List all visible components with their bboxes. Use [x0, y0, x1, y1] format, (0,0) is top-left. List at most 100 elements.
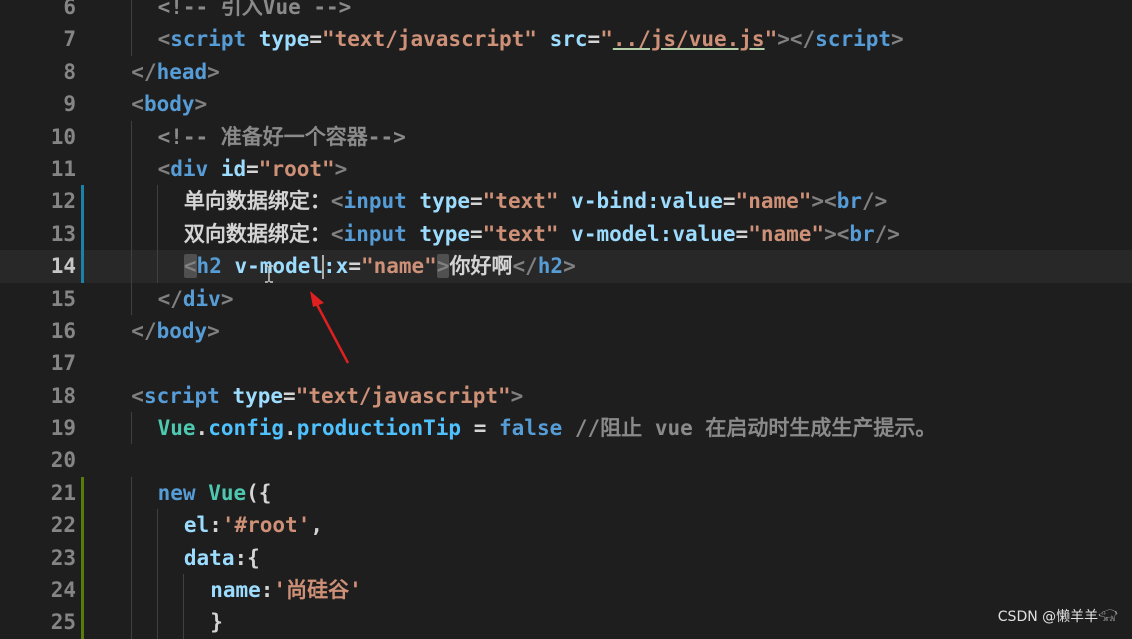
code-text: <script type="text/javascript" src="../j… [105, 23, 1132, 55]
code-token: > [563, 254, 576, 279]
line-number: 13 [50, 221, 76, 246]
code-token: input [343, 189, 407, 214]
code-token: > [207, 59, 220, 84]
git-change-marker[interactable] [81, 509, 84, 542]
code-line[interactable]: 18 <script type="text/javascript"> [0, 380, 1132, 412]
code-token: <!-- 准备好一个容器--> [157, 124, 406, 149]
code-token: script [170, 27, 247, 52]
code-token: v-model:value [571, 221, 736, 246]
code-token: > [891, 27, 904, 52]
code-token: "text" [482, 189, 559, 214]
code-line[interactable]: 19 Vue.config.productionTip = false //阻止 … [0, 412, 1132, 445]
code-token: >< [824, 221, 850, 246]
code-token: < [330, 221, 344, 246]
line-number: 11 [50, 156, 76, 181]
line-number: 12 [50, 189, 76, 214]
line-number: 8 [63, 59, 76, 84]
code-token: type [419, 189, 470, 214]
code-token: type [232, 383, 284, 408]
code-token: body [156, 318, 208, 343]
code-token: '#root' [221, 513, 311, 538]
code-token: < [157, 27, 171, 52]
code-token: = [348, 254, 361, 279]
code-token: input [343, 221, 407, 246]
code-token: type [419, 221, 470, 246]
csdn-watermark: CSDN @懒羊羊𓃟 [997, 609, 1118, 625]
code-text: <div id="root"> [105, 153, 1132, 185]
code-text: </head> [105, 56, 1132, 88]
code-token: ../js/vue.js [612, 27, 765, 52]
code-token: : [209, 513, 222, 538]
code-token: > [510, 383, 524, 408]
code-text: <h2 v-model:x="name">你好啊</h2> [105, 250, 1132, 282]
line-number: 15 [50, 286, 76, 311]
code-line[interactable]: 8 </head> [0, 56, 1132, 88]
code-token: "name" [748, 221, 825, 246]
code-token: "text" [482, 221, 559, 246]
code-token: head [156, 59, 208, 84]
code-token: productionTip [296, 416, 462, 441]
code-token: > [220, 286, 234, 311]
code-token: data [183, 545, 235, 570]
line-number: 7 [63, 27, 76, 52]
git-change-marker[interactable] [81, 476, 84, 510]
code-token: >< [811, 189, 837, 214]
code-token: /> [862, 189, 888, 214]
code-text: 单向数据绑定：<input type="text" v-bind:value="… [105, 185, 1132, 217]
code-token: = [283, 383, 296, 408]
code-token: id [220, 156, 247, 181]
code-token: " [764, 27, 778, 52]
code-token: > [194, 92, 208, 117]
code-editor[interactable]: 6 <!-- 引入Vue --> 7 <script type="text/javas… [0, 0, 1132, 639]
code-text: <body> [105, 88, 1132, 120]
code-token: script [815, 27, 892, 52]
line-number: 14 [50, 254, 76, 279]
code-text: name:'尚硅谷' [105, 574, 1132, 606]
code-line[interactable]: 17 [0, 347, 1132, 379]
git-change-marker[interactable] [81, 250, 84, 283]
code-line[interactable]: 15 </div> [0, 282, 1132, 315]
line-number: 16 [50, 318, 76, 343]
git-change-marker[interactable] [81, 574, 84, 607]
code-token: = [722, 189, 736, 214]
code-line[interactable]: 22 el:'#root', [0, 509, 1132, 542]
code-line[interactable]: 10 <!-- 准备好一个容器--> [0, 120, 1132, 153]
code-line[interactable]: 13 双向数据绑定：<input type="text" v-model:valu… [0, 217, 1132, 251]
line-number: 6 [63, 0, 76, 19]
code-token: 双向数据绑定： [183, 221, 331, 246]
code-line[interactable]: 21 new Vue({ [0, 476, 1132, 510]
code-line[interactable]: 12 单向数据绑定：<input type="text" v-bind:value… [0, 185, 1132, 218]
code-text: </div> [105, 283, 1132, 315]
code-line[interactable]: 20 [0, 444, 1132, 476]
git-change-marker[interactable] [81, 185, 84, 218]
code-line[interactable]: 11 <div id="root"> [0, 152, 1132, 186]
line-number: 22 [50, 513, 76, 538]
code-text: <!-- 准备好一个容器--> [105, 121, 1132, 153]
code-text: 双向数据绑定：<input type="text" v-model:value=… [105, 218, 1132, 250]
code-token: = [470, 189, 483, 214]
code-text: <!-- 引入Vue --> [105, 0, 1132, 23]
code-token: < [131, 92, 144, 117]
code-line[interactable]: 23 data:{ [0, 541, 1132, 575]
code-line[interactable]: 7 <script type="text/javascript" src="../… [0, 23, 1132, 56]
line-number: 18 [50, 383, 76, 408]
code-token: //阻止 vue 在启动时生成生产提示。 [574, 416, 937, 441]
line-number: 23 [50, 545, 76, 570]
code-line[interactable]: 24 name:'尚硅谷' [0, 574, 1132, 607]
code-token: = [309, 27, 322, 52]
git-change-marker[interactable] [81, 541, 84, 575]
code-token: " [600, 27, 613, 52]
code-line[interactable]: 14 <h2 v-model:x="name">你好啊</h2> [0, 250, 1132, 283]
git-change-marker[interactable] [81, 217, 84, 251]
code-token: el [183, 513, 210, 538]
code-token: '尚硅谷' [273, 578, 362, 603]
code-token: <!-- 引入Vue --> [157, 0, 352, 19]
code-line[interactable]: 6 <!-- 引入Vue --> [0, 0, 1132, 24]
line-number: 19 [50, 416, 76, 441]
code-line[interactable]: 16 </body> [0, 315, 1132, 347]
code-line[interactable]: 9 <body> [0, 88, 1132, 120]
code-text: </body> [105, 315, 1132, 347]
